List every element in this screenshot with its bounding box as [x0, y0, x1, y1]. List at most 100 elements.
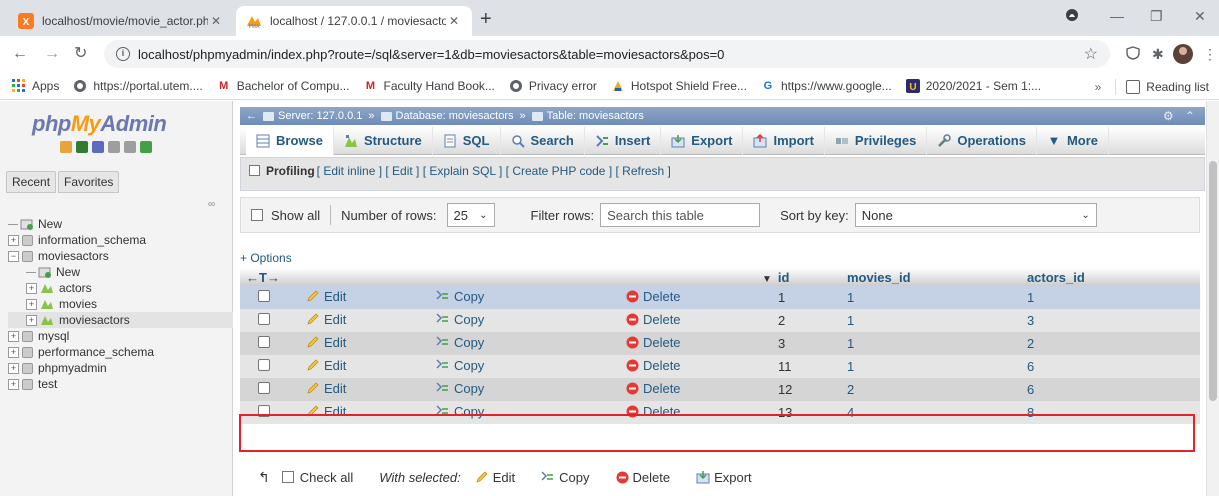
close-tab-icon[interactable]: ✕	[208, 14, 224, 28]
row-checkbox[interactable]	[258, 336, 270, 348]
docs-icon[interactable]	[108, 141, 120, 153]
delete-button[interactable]: Delete	[626, 289, 681, 304]
browser-menu-icon[interactable]: ⋮	[1203, 46, 1217, 63]
delete-button[interactable]: Delete	[626, 335, 681, 350]
tree-node-mysql[interactable]: + mysql	[8, 328, 233, 344]
tree-node-movies[interactable]: + movies	[8, 296, 233, 312]
cell-movies-id[interactable]: 1	[840, 286, 1021, 309]
breadcrumb-table[interactable]: Table: moviesactors	[547, 110, 644, 122]
delete-button[interactable]: Delete	[626, 358, 681, 373]
tree-node-moviesactors[interactable]: − moviesactors	[8, 248, 233, 264]
cell-movies-id[interactable]: 2	[840, 378, 1021, 401]
table-row[interactable]: Edit Copy Delete 12 2 6	[240, 378, 1200, 401]
tree-node-new[interactable]: New	[8, 216, 233, 232]
column-header-id[interactable]: ▼ id	[755, 268, 841, 286]
bookmark-faculty[interactable]: M Faculty Hand Book...	[363, 79, 495, 93]
minimize-icon[interactable]: —	[1110, 8, 1124, 24]
cell-actors-id[interactable]: 6	[1020, 355, 1200, 378]
back-icon[interactable]: ←	[12, 45, 28, 63]
tree-node-moviesactors-table[interactable]: + moviesactors	[8, 312, 233, 328]
tab-search[interactable]: Search	[501, 126, 585, 155]
tree-node-performance-schema[interactable]: + performance_schema	[8, 344, 233, 360]
info-icon[interactable]: i	[116, 47, 130, 61]
copy-button[interactable]: Copy	[436, 289, 484, 304]
tab-phpmyadmin[interactable]: PMA localhost / 127.0.0.1 / moviesactors…	[236, 6, 472, 36]
tab-import[interactable]: Import	[743, 126, 825, 155]
bookmark-apps[interactable]: Apps	[12, 79, 59, 93]
row-checkbox[interactable]	[258, 313, 270, 325]
tree-node-phpmyadmin[interactable]: + phpmyadmin	[8, 360, 233, 376]
scrollbar-thumb[interactable]	[1209, 161, 1217, 401]
edit-button[interactable]: Edit	[306, 289, 346, 304]
edit-button[interactable]: Edit	[306, 381, 346, 396]
close-window-icon[interactable]: ✕	[1194, 8, 1206, 25]
expand-icon[interactable]: +	[8, 346, 19, 358]
breadcrumb-database[interactable]: Database: moviesactors	[396, 110, 514, 122]
show-all-checkbox[interactable]	[251, 209, 263, 221]
profile-avatar[interactable]	[1172, 43, 1194, 68]
reading-list-button[interactable]: Reading list	[1146, 80, 1209, 94]
filter-input[interactable]: Search this table	[600, 203, 761, 227]
copy-button[interactable]: Copy	[436, 312, 484, 327]
cell-movies-id[interactable]: 1	[840, 355, 1021, 378]
profiling-checkbox[interactable]	[249, 165, 260, 176]
more-bookmarks-button[interactable]: »	[1095, 80, 1102, 94]
link-with-main-icon[interactable]: ∞	[208, 199, 215, 210]
bookmark-privacy-error[interactable]: Privacy error	[509, 79, 597, 93]
cell-id[interactable]: 2	[755, 309, 841, 332]
delete-button[interactable]: Delete	[626, 381, 681, 396]
bulk-edit-button[interactable]: Edit	[475, 470, 515, 485]
row-checkbox[interactable]	[258, 382, 270, 394]
delete-button[interactable]: Delete	[626, 312, 681, 327]
options-toggle[interactable]: + Options	[240, 251, 292, 265]
tab-structure[interactable]: Structure	[334, 126, 433, 155]
page-scrollbar[interactable]	[1206, 101, 1219, 496]
expand-icon[interactable]: +	[8, 378, 19, 390]
query-links[interactable]: [ Edit inline ] [ Edit ] [ Explain SQL ]…	[317, 164, 671, 178]
column-resize-arrows[interactable]: ←T→	[240, 268, 286, 286]
tab-insert[interactable]: Insert	[585, 126, 662, 155]
shield-extension-icon[interactable]	[1126, 46, 1140, 63]
cell-movies-id[interactable]: 1	[840, 332, 1021, 355]
cell-actors-id[interactable]: 1	[1020, 286, 1200, 309]
breadcrumb-server[interactable]: Server: 127.0.0.1	[278, 110, 362, 122]
bookmark-bachelor[interactable]: M Bachelor of Compu...	[217, 79, 349, 93]
recent-tab[interactable]: Recent	[6, 171, 57, 193]
logout-icon[interactable]	[76, 141, 88, 153]
table-row[interactable]: Edit Copy Delete 1 1 1	[240, 286, 1200, 309]
tree-node-test[interactable]: + test	[8, 376, 233, 392]
rows-select[interactable]: 25 ⌄	[446, 203, 495, 227]
cell-id[interactable]: 3	[755, 332, 841, 355]
reload-icon[interactable]: ↻	[74, 45, 87, 63]
table-row[interactable]: Edit Copy Delete 3 1 2	[240, 332, 1200, 355]
bookmark-hotspot[interactable]: Hotspot Shield Free...	[611, 79, 747, 93]
bookmark-google[interactable]: G https://www.google...	[761, 79, 892, 93]
edit-button[interactable]: Edit	[306, 335, 346, 350]
address-bar[interactable]: i localhost/phpmyadmin/index.php?route=/…	[104, 40, 1110, 68]
expand-icon[interactable]: +	[26, 314, 37, 326]
extensions-puzzle-icon[interactable]: ✱	[1152, 46, 1164, 63]
profile-dot-icon[interactable]	[1065, 8, 1079, 25]
close-tab-icon[interactable]: ✕	[446, 14, 462, 28]
settings-collapse-icons[interactable]: ⚙ ⌃	[1163, 109, 1199, 123]
cell-actors-id[interactable]: 6	[1020, 378, 1200, 401]
home-icon[interactable]	[60, 141, 72, 153]
tree-node-information-schema[interactable]: + information_schema	[8, 232, 233, 248]
bulk-export-button[interactable]: Export	[696, 470, 752, 485]
cell-movies-id[interactable]: 1	[840, 309, 1021, 332]
expand-icon[interactable]: +	[26, 282, 37, 294]
tab-sql[interactable]: SQL	[433, 126, 501, 155]
bulk-copy-button[interactable]: Copy	[541, 470, 590, 485]
tab-movie-actor[interactable]: X localhost/movie/movie_actor.php ✕	[8, 6, 234, 36]
tab-operations[interactable]: Operations	[927, 126, 1037, 155]
row-checkbox[interactable]	[258, 290, 270, 302]
expand-icon[interactable]: +	[26, 298, 37, 310]
copy-button[interactable]: Copy	[436, 381, 484, 396]
restore-icon[interactable]: ❐	[1150, 8, 1163, 25]
tree-node-actors[interactable]: + actors	[8, 280, 233, 296]
settings-gear-icon[interactable]	[124, 141, 136, 153]
copy-button[interactable]: Copy	[436, 358, 484, 373]
favorites-tab[interactable]: Favorites	[58, 171, 120, 193]
collapse-nav-icon[interactable]: ←	[246, 110, 257, 122]
row-checkbox[interactable]	[258, 359, 270, 371]
